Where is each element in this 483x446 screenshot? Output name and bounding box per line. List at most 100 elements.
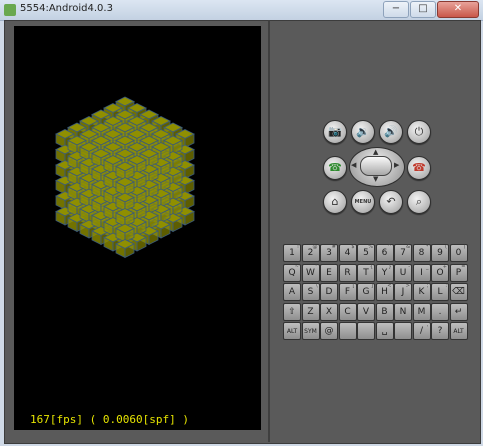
key[interactable]: W " [301, 263, 320, 282]
key-label: 0 [455, 248, 462, 258]
maximize-button[interactable]: □ [410, 1, 436, 18]
dpad-up-icon[interactable]: ▲ [373, 148, 378, 156]
key[interactable]: ? [431, 322, 449, 340]
key[interactable]: M [412, 302, 431, 321]
key[interactable]: @ [320, 322, 338, 340]
key[interactable]: A [283, 283, 301, 301]
key-alt-label: ~ [294, 263, 299, 270]
key-label: / [419, 326, 424, 336]
key-alt-label: $ [351, 244, 355, 250]
minimize-button[interactable]: − [383, 1, 409, 18]
key[interactable]: B [375, 302, 394, 321]
key[interactable]: H < [375, 283, 394, 301]
key[interactable]: Z [301, 302, 320, 321]
dpad-center-button[interactable] [360, 156, 392, 176]
device-screen[interactable] [14, 26, 261, 430]
key[interactable] [394, 322, 412, 340]
key[interactable]: ALT [449, 322, 468, 340]
volume-down-button[interactable]: 🔉 [351, 120, 375, 144]
key[interactable]: N [394, 302, 412, 321]
key-label: X [325, 306, 333, 317]
key[interactable]: G] [357, 283, 375, 301]
key[interactable]: T{ [357, 263, 375, 282]
key[interactable]: 3 # [320, 244, 338, 262]
key[interactable]: X [320, 302, 338, 321]
key[interactable]: 9( [431, 244, 449, 262]
power-button[interactable]: ⏻ [407, 120, 431, 144]
search-icon: ⌕ [415, 195, 423, 208]
key[interactable]: D [320, 283, 338, 301]
key[interactable]: S \ [301, 283, 320, 301]
key[interactable]: . [431, 302, 449, 321]
key[interactable]: 1! [283, 244, 301, 262]
key[interactable]: C [338, 302, 357, 321]
search-button[interactable]: ⌕ [407, 190, 431, 214]
key[interactable]: L: [431, 283, 449, 301]
key-label: L [437, 287, 443, 297]
key[interactable]: 0) [449, 244, 468, 262]
key[interactable]: U- [394, 263, 412, 282]
key[interactable]: ↵ [449, 302, 468, 321]
key-label: S [307, 287, 314, 297]
key[interactable]: ⌫ [449, 283, 468, 301]
key[interactable]: Q ~ [283, 263, 301, 282]
dpad-left-icon[interactable]: ◀ [351, 161, 356, 169]
key-label: 1 [289, 248, 295, 258]
key[interactable]: 8 * [412, 244, 431, 262]
key[interactable]: 4 $ [338, 244, 357, 262]
key-label: A [288, 287, 296, 297]
dpad-right-icon[interactable]: ▶ [394, 161, 399, 169]
key[interactable]: 6 ^ [375, 244, 394, 262]
key-label: M [417, 306, 426, 317]
key-label: 4 [344, 248, 351, 258]
key[interactable]: O + [431, 263, 449, 282]
key-label: ALT [453, 328, 464, 335]
close-button[interactable]: ✕ [437, 1, 479, 18]
key[interactable]: P = [449, 263, 468, 282]
key-alt-label: ^ [387, 244, 392, 250]
key[interactable]: Y} [375, 263, 394, 282]
key[interactable]: R [338, 263, 357, 282]
key[interactable]: ⇧ [283, 302, 301, 321]
key-alt-label: % [368, 244, 373, 250]
key-label: SYM [304, 328, 317, 335]
key-alt-label: ! [296, 244, 299, 250]
key[interactable]: /, [412, 322, 431, 340]
key[interactable] [357, 322, 375, 340]
key-alt-label: [ [352, 283, 355, 289]
key-label: Z [307, 306, 314, 317]
key-alt-label: ( [445, 244, 447, 250]
key[interactable]: ALT [283, 322, 301, 340]
key[interactable]: 2 @ [301, 244, 320, 262]
dpad-down-icon[interactable]: ▼ [373, 175, 378, 183]
key-label: G [362, 287, 370, 297]
key[interactable] [338, 322, 357, 340]
key-alt-label: < [387, 283, 392, 289]
key[interactable]: F[ [338, 283, 357, 301]
key-alt-label: _ [426, 263, 429, 270]
key[interactable]: E ´ [320, 263, 338, 282]
key-alt-label: } [388, 263, 392, 270]
key[interactable]: I _ [412, 263, 431, 282]
key[interactable]: J > [394, 283, 412, 301]
home-button[interactable]: ⌂ [323, 190, 347, 214]
key[interactable]: 7 & [394, 244, 412, 262]
volume-up-button[interactable]: 🔊 [379, 120, 403, 144]
key[interactable]: SYM [301, 322, 320, 340]
end-call-button[interactable]: ☎ [407, 156, 431, 180]
key[interactable]: ␣ [375, 322, 394, 340]
key[interactable]: K; [412, 283, 431, 301]
key-label: ⌫ [452, 287, 465, 297]
call-button[interactable]: ☎ [323, 156, 347, 180]
key-label: R [344, 267, 351, 278]
camera-button[interactable]: 📷 [323, 120, 347, 144]
back-button[interactable]: ↶ [379, 190, 403, 214]
panel-divider [268, 20, 270, 442]
menu-button[interactable]: MENU [351, 190, 375, 214]
key[interactable]: V [357, 302, 375, 321]
back-icon: ↶ [386, 195, 396, 208]
key[interactable]: 5% [357, 244, 375, 262]
key-alt-label: : [445, 283, 447, 289]
camera-icon: 📷 [328, 125, 342, 138]
key-label: W [306, 267, 315, 278]
